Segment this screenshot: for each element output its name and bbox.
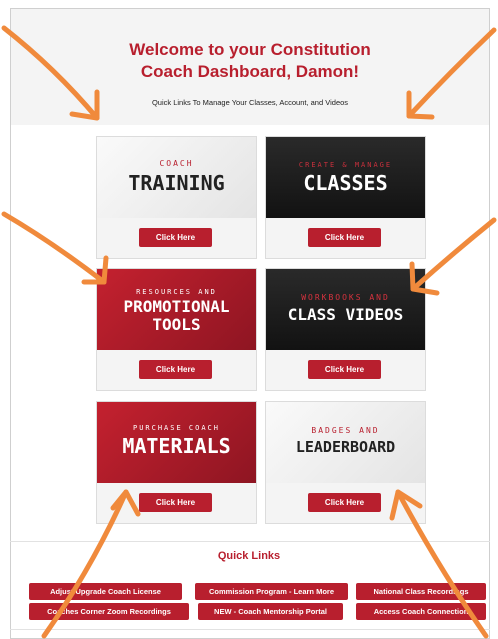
page-subtitle: Quick Links To Manage Your Classes, Acco… — [151, 98, 349, 107]
card-class-videos: WORKBOOKS AND CLASS VIDEOS Click Here — [265, 268, 426, 391]
materials-banner[interactable]: PURCHASE COACH MATERIALS — [97, 402, 256, 483]
leaderboard-banner[interactable]: BADGES AND LEADERBOARD — [266, 402, 425, 483]
class-videos-banner[interactable]: WORKBOOKS AND CLASS VIDEOS — [266, 269, 425, 350]
class-videos-banner-top: WORKBOOKS AND — [301, 293, 390, 302]
card-leaderboard: BADGES AND LEADERBOARD Click Here — [265, 401, 426, 524]
footer-divider — [10, 629, 490, 630]
classes-banner-title: CLASSES — [303, 171, 388, 195]
quick-link-mentorship-portal[interactable]: NEW - Coach Mentorship Portal — [198, 603, 343, 620]
page-title-line1: Welcome to your Constitution — [129, 40, 371, 59]
leaderboard-button[interactable]: Click Here — [308, 493, 381, 512]
promotional-tools-banner-top: RESOURCES AND — [136, 288, 217, 296]
classes-banner-top: CREATE & MANAGE — [298, 161, 393, 169]
quick-link-adjust-license[interactable]: Adjust/Upgrade Coach License — [29, 583, 182, 600]
leaderboard-banner-top: BADGES AND — [311, 426, 380, 435]
coach-training-banner-top: COACH — [159, 159, 194, 168]
coach-training-banner[interactable]: COACH TRAINING — [97, 137, 256, 218]
quick-links-divider — [10, 541, 490, 542]
quick-link-national-recordings[interactable]: National Class Recordings — [356, 583, 486, 600]
promotional-tools-banner[interactable]: RESOURCES AND PROMOTIONAL TOOLS — [97, 269, 256, 350]
header: Welcome to your Constitution Coach Dashb… — [11, 9, 489, 125]
materials-banner-title: MATERIALS — [122, 434, 231, 458]
classes-banner[interactable]: CREATE & MANAGE CLASSES — [266, 137, 425, 218]
class-videos-button[interactable]: Click Here — [308, 360, 381, 379]
leaderboard-banner-title: LEADERBOARD — [295, 438, 396, 456]
card-classes: CREATE & MANAGE CLASSES Click Here — [265, 136, 426, 259]
promotional-tools-banner-title: PROMOTIONAL — [123, 297, 230, 316]
coach-training-button[interactable]: Click Here — [139, 228, 212, 247]
page-title: Welcome to your Constitution Coach Dashb… — [11, 39, 489, 83]
promotional-tools-button[interactable]: Click Here — [139, 360, 212, 379]
class-videos-banner-title: CLASS VIDEOS — [287, 305, 404, 324]
materials-button[interactable]: Click Here — [139, 493, 212, 512]
quick-link-commission[interactable]: Commission Program - Learn More — [195, 583, 348, 600]
card-coach-training: COACH TRAINING Click Here — [96, 136, 257, 259]
card-materials: PURCHASE COACH MATERIALS Click Here — [96, 401, 257, 524]
promotional-tools-banner-title2: TOOLS — [152, 315, 201, 334]
card-promotional-tools: RESOURCES AND PROMOTIONAL TOOLS Click He… — [96, 268, 257, 391]
classes-button[interactable]: Click Here — [308, 228, 381, 247]
quick-links-title: Quick Links — [217, 550, 281, 562]
materials-banner-top: PURCHASE COACH — [132, 424, 220, 432]
quick-link-zoom-recordings[interactable]: Coaches Corner Zoom Recordings — [29, 603, 189, 620]
coach-training-banner-title: TRAINING — [128, 171, 225, 195]
page-title-line2: Coach Dashboard, Damon! — [140, 62, 360, 81]
quick-link-coach-connection[interactable]: Access Coach Connection — [356, 603, 486, 620]
